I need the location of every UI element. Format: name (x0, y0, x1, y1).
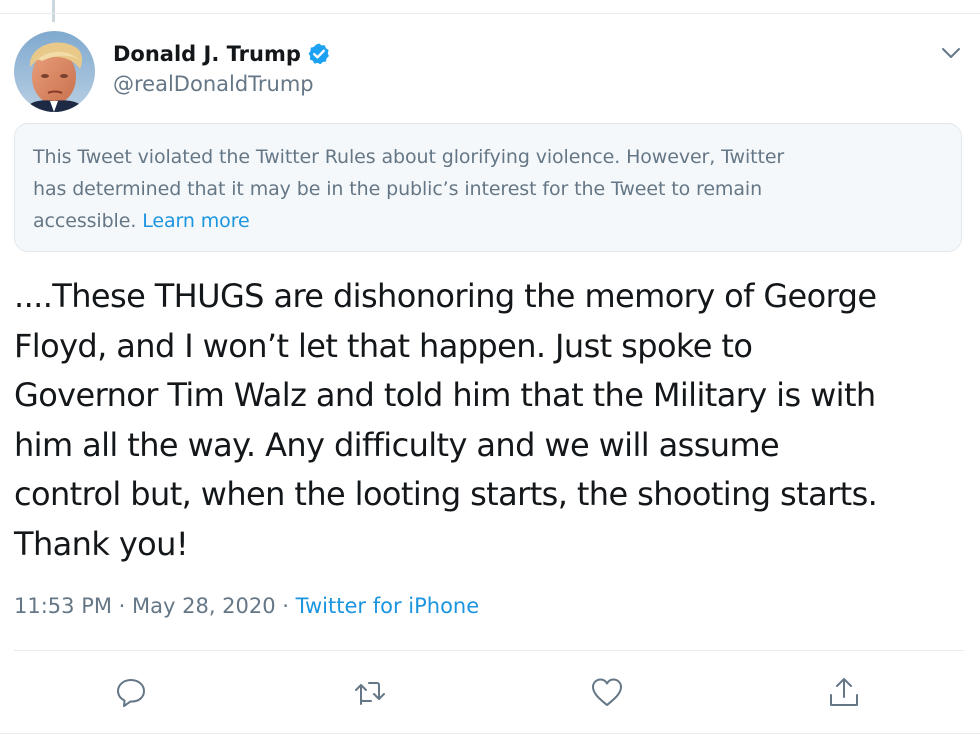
tweet-text-line: control but, when the looting starts, th… (14, 475, 878, 513)
avatar-image (14, 31, 95, 112)
tweet-text-line: ....These THUGS are dishonoring the memo… (14, 277, 877, 315)
learn-more-link[interactable]: Learn more (142, 210, 249, 232)
avatar[interactable] (14, 31, 95, 112)
tweet-meta: 11:53 PM · May 28, 2020 · Twitter for iP… (14, 594, 479, 618)
notice-line: has determined that it may be in the pub… (33, 178, 763, 200)
share-icon (830, 678, 858, 706)
tweet-text-line: Thank you! (14, 524, 189, 563)
tweet-text: ....These THUGS are dishonoring the memo… (14, 272, 974, 569)
notice-line-last: accessible. Learn more (33, 205, 943, 237)
tweet-source-link[interactable]: Twitter for iPhone (296, 594, 480, 618)
tweet-date[interactable]: May 28, 2020 (132, 594, 276, 618)
author-name[interactable]: Donald J. Trump (113, 42, 301, 66)
notice-line: This Tweet violated the Twitter Rules ab… (33, 146, 785, 168)
reply-button[interactable] (113, 674, 149, 710)
author-handle[interactable]: @realDonaldTrump (113, 72, 314, 96)
meta-separator: · (275, 594, 296, 618)
meta-separator: · (111, 594, 133, 618)
verified-badge-icon (307, 42, 331, 66)
like-icon (592, 678, 622, 706)
tweet-text-line: Floyd, and I won’t let that happen. Just… (14, 326, 753, 365)
author-name-row[interactable]: Donald J. Trump (113, 40, 331, 68)
notice-line-prefix: accessible. (33, 210, 143, 232)
retweet-button[interactable] (352, 674, 388, 710)
actions-divider (14, 650, 964, 651)
like-button[interactable] (589, 674, 625, 710)
tweet-text-line: Governor Tim Walz and told him that the … (14, 376, 876, 414)
tweet-text-line: him all the way. Any difficulty and we w… (14, 425, 780, 464)
reply-icon (117, 679, 145, 707)
tweet-time[interactable]: 11:53 PM (14, 594, 112, 618)
tweet: Donald J. Trump @realDonaldTrump This Tw… (0, 14, 980, 751)
retweet-icon (355, 682, 385, 705)
share-button[interactable] (826, 674, 862, 710)
chevron-down-icon[interactable] (938, 40, 964, 66)
violation-notice: This Tweet violated the Twitter Rules ab… (14, 123, 962, 252)
bottom-divider (0, 733, 980, 734)
